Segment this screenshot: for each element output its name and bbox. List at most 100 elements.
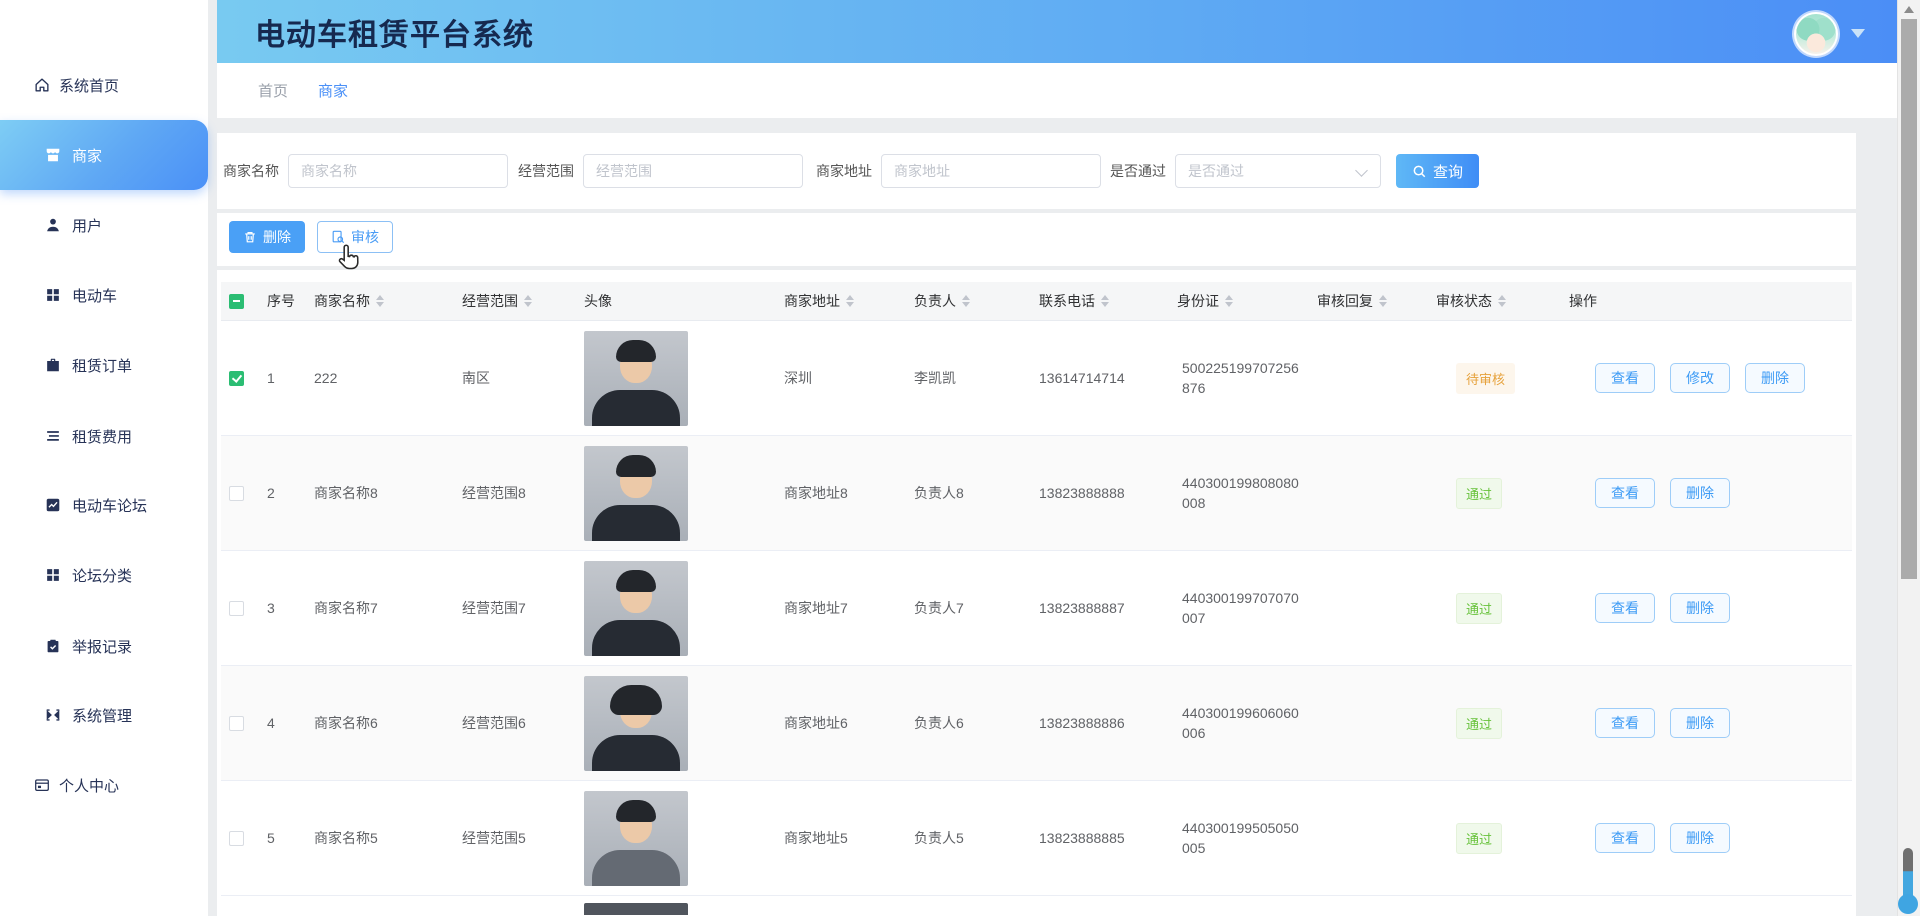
- filter-bar: 商家名称 经营范围 商家地址 是否通过 是否通过 查询: [217, 133, 1856, 209]
- cell-merchant-name: 商家名称5: [314, 828, 462, 848]
- bulk-audit-label: 审核: [351, 227, 379, 247]
- bulk-delete-button[interactable]: 删除: [229, 221, 305, 253]
- col-address-sort[interactable]: 商家地址: [784, 291, 914, 311]
- col-owner-sort[interactable]: 负责人: [914, 291, 1039, 311]
- view-button[interactable]: 查看: [1595, 478, 1655, 508]
- delete-button[interactable]: 删除: [1670, 593, 1730, 623]
- col-audit-status-sort[interactable]: 审核状态: [1436, 291, 1569, 311]
- delete-button[interactable]: 删除: [1670, 478, 1730, 508]
- pass-status-label: 是否通过: [1110, 154, 1166, 188]
- delete-button[interactable]: 删除: [1670, 823, 1730, 853]
- merchant-name-input[interactable]: [288, 154, 508, 188]
- row-checkbox[interactable]: [229, 716, 244, 731]
- sidebar-item-rental-orders[interactable]: 租赁订单: [0, 345, 208, 385]
- breadcrumb-current[interactable]: 商家: [318, 80, 348, 101]
- scrollbar-thumb[interactable]: [1901, 19, 1917, 579]
- cell-seq: 2: [267, 485, 314, 501]
- sort-icon: [524, 295, 532, 307]
- cell-phone: 13823888888: [1039, 485, 1177, 501]
- merchant-photo[interactable]: [584, 561, 688, 656]
- delete-button[interactable]: 删除: [1670, 708, 1730, 738]
- sort-icon: [376, 295, 384, 307]
- view-button[interactable]: 查看: [1595, 593, 1655, 623]
- cell-scope: 经营范围6: [462, 713, 584, 733]
- user-avatar[interactable]: [1794, 12, 1838, 56]
- sidebar-item-label: 用户: [72, 215, 102, 236]
- merchant-photo[interactable]: [584, 676, 688, 771]
- caret-down-icon[interactable]: [1851, 29, 1865, 38]
- sidebar-item-label: 论坛分类: [72, 565, 132, 586]
- col-idcard-sort[interactable]: 身份证: [1177, 291, 1317, 311]
- cell-address: 商家地址5: [784, 828, 914, 848]
- sidebar-item-ebike[interactable]: 电动车: [0, 275, 208, 315]
- status-badge-pass: 通过: [1456, 478, 1502, 509]
- row-checkbox[interactable]: [229, 831, 244, 846]
- shop-icon: [44, 146, 62, 164]
- col-phone-sort[interactable]: 联系电话: [1039, 291, 1177, 311]
- business-scope-input[interactable]: [583, 154, 803, 188]
- view-button[interactable]: 查看: [1595, 363, 1655, 393]
- edit-button[interactable]: 修改: [1670, 363, 1730, 393]
- sort-icon: [1498, 295, 1506, 307]
- merchant-photo: [584, 903, 688, 915]
- bulk-audit-button[interactable]: 审核: [317, 221, 393, 253]
- cell-phone: 13614714714: [1039, 370, 1177, 386]
- cell-idcard: 440300199808080008: [1177, 473, 1317, 513]
- sidebar-item-merchant[interactable]: 商家: [0, 120, 208, 190]
- clipboard-check-icon: [44, 637, 62, 655]
- merchant-photo[interactable]: [584, 791, 688, 886]
- sidebar-item-forum[interactable]: 电动车论坛: [0, 485, 208, 525]
- merchant-photo[interactable]: [584, 331, 688, 426]
- grid-icon: [44, 566, 62, 584]
- sidebar-item-system-admin[interactable]: 系统管理: [0, 695, 208, 735]
- cell-merchant-name: 商家名称7: [314, 598, 462, 618]
- sort-icon: [962, 295, 970, 307]
- sidebar-item-label: 电动车论坛: [72, 495, 147, 516]
- sidebar-item-forum-category[interactable]: 论坛分类: [0, 555, 208, 595]
- cell-merchant-name: 商家名称8: [314, 483, 462, 503]
- table-row: 5 商家名称5 经营范围5 商家地址5 负责人5 13823888885 440…: [221, 781, 1852, 896]
- search-button[interactable]: 查询: [1396, 154, 1479, 188]
- cell-address: 商家地址7: [784, 598, 914, 618]
- merchant-photo[interactable]: [584, 446, 688, 541]
- pass-status-select[interactable]: 是否通过: [1175, 154, 1381, 188]
- delete-button[interactable]: 删除: [1745, 363, 1805, 393]
- page-scrollbar[interactable]: [1897, 0, 1920, 916]
- sidebar-item-label: 系统首页: [59, 75, 119, 96]
- status-badge-pass: 通过: [1456, 708, 1502, 739]
- cell-seq: 3: [267, 600, 314, 616]
- sidebar-item-home[interactable]: 系统首页: [0, 65, 208, 105]
- breadcrumb-home[interactable]: 首页: [258, 80, 288, 101]
- bulk-delete-label: 删除: [263, 227, 291, 247]
- select-all-checkbox[interactable]: [229, 294, 244, 309]
- sidebar-item-rental-fees[interactable]: 租赁费用: [0, 416, 208, 456]
- cell-phone: 13823888886: [1039, 715, 1177, 731]
- sidebar-item-reports[interactable]: 举报记录: [0, 626, 208, 666]
- view-button[interactable]: 查看: [1595, 708, 1655, 738]
- main-header: 电动车租赁平台系统: [217, 0, 1897, 63]
- merchant-address-input[interactable]: [881, 154, 1101, 188]
- sidebar-item-user[interactable]: 用户: [0, 205, 208, 245]
- cell-scope: 南区: [462, 368, 584, 388]
- col-audit-reply-sort[interactable]: 审核回复: [1317, 291, 1436, 311]
- cell-seq: 4: [267, 715, 314, 731]
- cell-scope: 经营范围8: [462, 483, 584, 503]
- col-scope-sort[interactable]: 经营范围: [462, 291, 584, 311]
- sidebar-item-profile[interactable]: 个人中心: [0, 765, 208, 805]
- trash-icon: [243, 230, 257, 244]
- col-actions: 操作: [1569, 291, 1597, 311]
- row-checkbox[interactable]: [229, 371, 244, 386]
- scroll-up-arrow-icon[interactable]: [1904, 6, 1914, 13]
- cell-owner: 负责人6: [914, 713, 1039, 733]
- cell-owner: 负责人8: [914, 483, 1039, 503]
- merchant-address-label: 商家地址: [816, 154, 872, 188]
- status-badge-pass: 通过: [1456, 823, 1502, 854]
- row-checkbox[interactable]: [229, 486, 244, 501]
- view-button[interactable]: 查看: [1595, 823, 1655, 853]
- cell-idcard: 440300199606060006: [1177, 703, 1317, 743]
- sidebar-item-label: 商家: [72, 145, 102, 166]
- page-title: 电动车租赁平台系统: [255, 10, 534, 54]
- cell-merchant-name: 商家名称6: [314, 713, 462, 733]
- row-checkbox[interactable]: [229, 601, 244, 616]
- col-merchant-name-sort[interactable]: 商家名称: [314, 291, 462, 311]
